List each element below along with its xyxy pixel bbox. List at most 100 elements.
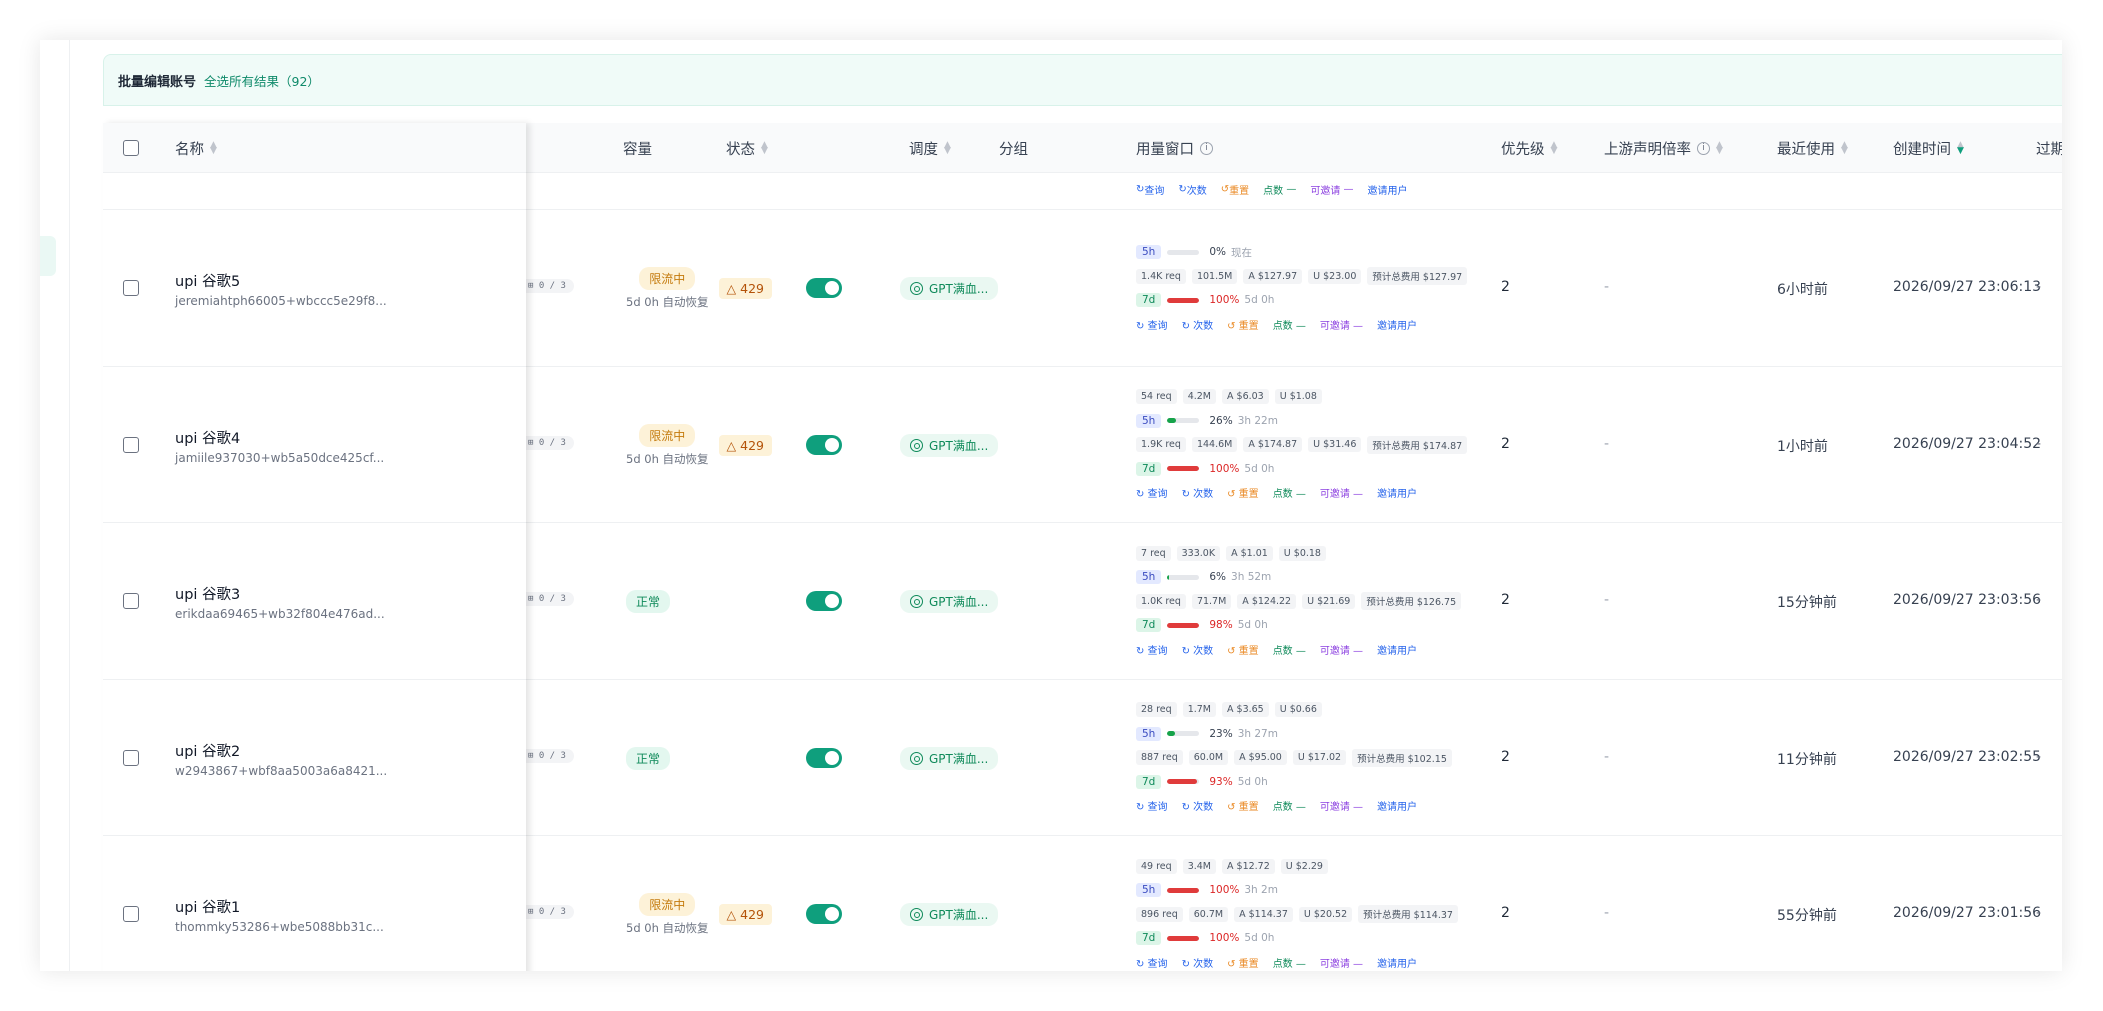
schedule-toggle[interactable] [806,278,842,299]
sort-icon[interactable]: ▲ ▼ [1551,141,1559,156]
schedule-toggle[interactable] [806,591,842,612]
info-icon[interactable]: i [1200,141,1213,155]
status-stack: 限流中 5d 0h 自动恢复 [626,267,709,310]
created-at-cell: 2026/09/27 23:06:13 [1893,279,2042,296]
capacity-badge: ⊞ 0 / 3 [520,435,574,450]
window-label-7d: 7d [1136,461,1162,476]
group-badge[interactable]: GPT满血... [900,746,999,770]
row-checkbox[interactable] [123,280,139,297]
points-action[interactable]: 点数 — [1273,955,1306,970]
group-badge[interactable]: GPT满血... [900,277,999,301]
query-action[interactable]: ↻ 查询 [1136,182,1164,197]
can-invite-action[interactable]: 可邀请 — [1310,182,1353,197]
reset-action[interactable]: ↺ 重置 [1227,317,1259,332]
row-checkbox[interactable] [123,593,139,610]
col-schedule[interactable]: 调度 ▲ ▼ [909,123,952,173]
count-action[interactable]: ↻ 次数 [1182,485,1214,500]
sort-icon[interactable]: ▲ ▼ [1716,141,1724,156]
checkbox-box [123,280,139,297]
count-action[interactable]: ↻ 次数 [1182,317,1214,332]
can-invite-action[interactable]: 可邀请 — [1320,642,1363,657]
status-badge: 限流中 [639,423,696,447]
select-all-results-link[interactable]: 全选所有结果（92） [204,71,320,90]
usage-bar-5h [1167,249,1200,255]
usage-bar-fill [1167,297,1200,303]
reset-action[interactable]: ↺ 重置 [1221,182,1249,197]
usage-chip: 7 req [1136,545,1171,561]
account-name: upi 谷歌1 [175,900,241,917]
col-priority[interactable]: 优先级 ▲ ▼ [1501,123,1559,173]
select-all-checkbox[interactable] [123,123,139,173]
schedule-toggle[interactable] [806,904,842,925]
sort-desc-icon[interactable]: ▲ ▼ [1957,141,1965,156]
left-rail [40,40,70,971]
group-badge[interactable]: GPT满血... [900,590,999,614]
invite-user-action[interactable]: 邀请用户 [1377,317,1417,332]
sort-icon[interactable]: ▲ ▼ [944,141,952,156]
schedule-toggle[interactable] [806,747,842,768]
query-action[interactable]: ↻ 查询 [1136,317,1168,332]
can-invite-action[interactable]: 可邀请 — [1320,955,1363,970]
group-name: GPT满血... [929,282,989,297]
points-action[interactable]: 点数 — [1273,798,1306,813]
col-status[interactable]: 状态 ▲ ▼ [726,123,769,173]
reset-action[interactable]: ↺ 重置 [1227,955,1259,970]
reset-action[interactable]: ↺ 重置 [1227,642,1259,657]
col-usage-label: 用量窗口 [1136,141,1194,158]
last-used-cell: 1小时前 [1777,438,1828,455]
query-action[interactable]: ↻ 查询 [1136,955,1168,970]
toggle-knob [825,907,839,922]
usage-bar-fill [1167,887,1200,893]
usage-bar-7d [1167,622,1200,628]
reset-action[interactable]: ↺ 重置 [1227,485,1259,500]
can-invite-action[interactable]: 可邀请 — [1320,798,1363,813]
count-action[interactable]: ↻ 次数 [1182,955,1214,970]
reset-action[interactable]: ↺ 重置 [1227,798,1259,813]
usage-chip: 预计总费用 $126.75 [1361,592,1462,611]
col-name[interactable]: 名称 ▲ ▼ [175,123,218,173]
sort-icon[interactable]: ▲ ▼ [210,141,218,156]
points-action[interactable]: 点数 — [1273,642,1306,657]
invite-user-action[interactable]: 邀请用户 [1377,798,1417,813]
sort-icon[interactable]: ▲ ▼ [761,141,769,156]
group-cell: GPT满血... [900,433,999,457]
usage-5h-line: 5h 0% 现在 [1136,244,1473,261]
col-group-label: 分组 [999,141,1028,158]
can-invite-action[interactable]: 可邀请 — [1320,317,1363,332]
row-checkbox[interactable] [123,436,139,453]
usage-chips-7d: 887 req 60.0M A $95.00 U $17.02 预计总费用 $102.1… [1136,748,1458,767]
priority-cell: 2 [1501,748,1510,765]
query-action[interactable]: ↻ 查询 [1136,642,1168,657]
row-checkbox[interactable] [123,906,139,923]
capacity-cell: ⊞ 0 / 3 [520,279,574,294]
points-action[interactable]: 点数 — [1263,182,1296,197]
col-created-at[interactable]: 创建时间 ▲ ▼ [1893,123,1965,173]
query-action[interactable]: ↻ 查询 [1136,485,1168,500]
sort-icon[interactable]: ▲ ▼ [1841,141,1849,156]
query-action[interactable]: ↻ 查询 [1136,798,1168,813]
col-last-used[interactable]: 最近使用 ▲ ▼ [1777,123,1849,173]
count-action[interactable]: ↻ 次数 [1182,642,1214,657]
usage-chips-5h: 7 req 333.0K A $1.01 U $0.18 [1136,545,1467,562]
invite-user-action[interactable]: 邀请用户 [1368,182,1408,197]
col-group: 分组 [999,123,1028,173]
usage-chip: 101.5M [1191,268,1238,284]
invite-user-action[interactable]: 邀请用户 [1377,955,1417,970]
can-invite-action[interactable]: 可邀请 — [1320,485,1363,500]
row-checkbox[interactable] [123,749,139,766]
col-upstream-rate[interactable]: 上游声明倍率 i ▲ ▼ [1604,123,1724,173]
usage-chip: A $12.72 [1222,858,1275,874]
group-badge[interactable]: GPT满血... [900,433,999,457]
invite-user-action[interactable]: 邀请用户 [1377,485,1417,500]
usage-bar-5h [1167,418,1200,424]
info-icon[interactable]: i [1697,141,1710,155]
invite-user-action[interactable]: 邀请用户 [1377,642,1417,657]
status-cell: 正常 [626,590,671,614]
usage-chip: 预计总费用 $102.15 [1352,748,1452,767]
points-action[interactable]: 点数 — [1273,485,1306,500]
schedule-toggle[interactable] [806,434,842,455]
count-action[interactable]: ↻ 次数 [1182,798,1214,813]
group-badge[interactable]: GPT满血... [900,903,999,927]
count-action[interactable]: ↻ 次数 [1178,182,1206,197]
points-action[interactable]: 点数 — [1273,317,1306,332]
